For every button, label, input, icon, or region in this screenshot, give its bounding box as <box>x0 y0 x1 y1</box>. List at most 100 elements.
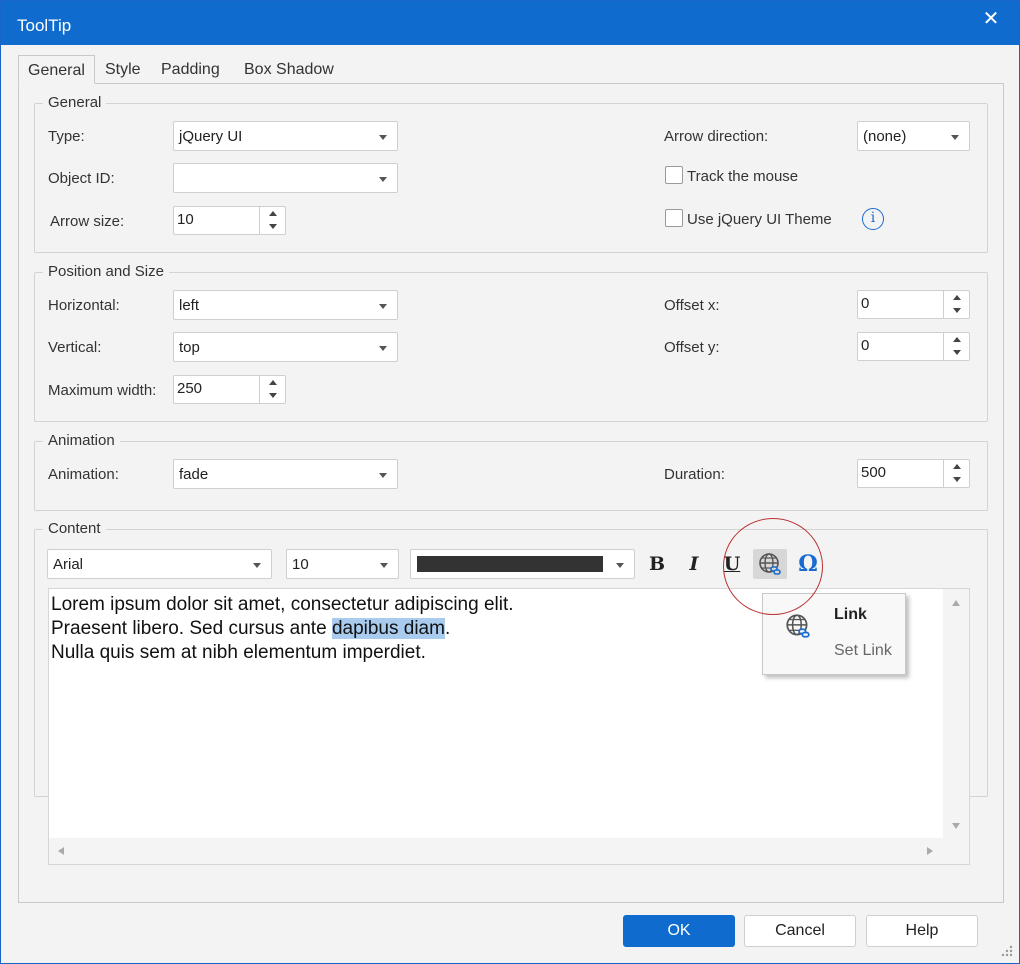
type-dropdown[interactable]: jQuery UI <box>173 121 398 151</box>
chevron-down-icon <box>951 135 959 140</box>
scroll-right-icon[interactable] <box>927 847 933 855</box>
color-swatch <box>417 556 603 572</box>
animation-dropdown[interactable]: fade <box>173 459 398 489</box>
horizontal-scrollbar[interactable] <box>49 838 969 864</box>
group-title: Animation <box>43 432 120 449</box>
font-size-dropdown[interactable]: 10 <box>286 549 399 579</box>
type-label: Type: <box>48 128 85 145</box>
chevron-down-icon <box>379 177 387 182</box>
offset-x-value: 0 <box>861 295 870 312</box>
spin-up-icon[interactable] <box>944 291 969 304</box>
vertical-scrollbar[interactable] <box>943 589 969 839</box>
help-button[interactable]: Help <box>866 915 978 947</box>
horizontal-dropdown[interactable]: left <box>173 290 398 320</box>
text-run: Praesent libero. Sed cursus ante <box>51 618 332 639</box>
spinner-buttons <box>259 376 285 403</box>
special-char-button[interactable]: Ω <box>793 549 823 579</box>
link-button[interactable] <box>753 549 787 579</box>
editor-text[interactable]: Lorem ipsum dolor sit amet, consectetur … <box>51 593 514 665</box>
arrow-size-label: Arrow size: <box>50 213 125 230</box>
spin-down-icon[interactable] <box>260 389 285 402</box>
offset-y-label: Offset y: <box>664 339 720 356</box>
globe-link-icon <box>759 553 781 575</box>
vertical-label: Vertical: <box>48 339 102 356</box>
arrow-size-value: 10 <box>177 211 194 228</box>
chevron-down-icon <box>379 346 387 351</box>
horizontal-value: left <box>179 297 200 314</box>
tab-box-shadow[interactable]: Box Shadow <box>235 55 343 84</box>
object-id-dropdown[interactable] <box>173 163 398 193</box>
chevron-down-icon <box>379 304 387 309</box>
spin-up-icon[interactable] <box>260 207 285 220</box>
animation-label: Animation: <box>48 466 119 483</box>
underline-button[interactable]: U <box>717 549 747 579</box>
arrow-size-spinner[interactable]: 10 <box>173 206 286 235</box>
editor-line: Lorem ipsum dolor sit amet, consectetur … <box>51 594 514 615</box>
spinner-buttons <box>943 291 969 318</box>
scroll-up-icon[interactable] <box>952 600 960 606</box>
bold-button[interactable]: B <box>642 549 672 579</box>
track-mouse-checkbox[interactable] <box>665 166 683 184</box>
max-width-label: Maximum width: <box>48 382 157 399</box>
ok-button[interactable]: OK <box>623 915 735 947</box>
chevron-down-icon <box>379 473 387 478</box>
set-link-menu-item[interactable]: Set Link <box>834 642 892 660</box>
arrow-direction-dropdown[interactable]: (none) <box>857 121 970 151</box>
editor-line: Nulla quis sem at nibh elementum imperdi… <box>51 642 426 663</box>
spinner-buttons <box>943 460 969 487</box>
globe-link-icon <box>786 614 810 638</box>
arrow-direction-value: (none) <box>863 128 907 145</box>
text-run: . <box>444 618 451 639</box>
chevron-down-icon <box>379 135 387 140</box>
popup-title: Link <box>834 606 867 623</box>
font-size-value: 10 <box>292 556 309 573</box>
selected-text: dapibus diam <box>331 618 445 639</box>
duration-value: 500 <box>861 464 887 481</box>
max-width-spinner[interactable]: 250 <box>173 375 286 404</box>
object-id-label: Object ID: <box>48 170 115 187</box>
scroll-left-icon[interactable] <box>58 847 64 855</box>
font-family-dropdown[interactable]: Arial <box>47 549 272 579</box>
tab-style[interactable]: Style <box>96 55 150 84</box>
spin-up-icon[interactable] <box>944 333 969 346</box>
resize-grip-icon[interactable] <box>1001 945 1013 957</box>
text-color-dropdown[interactable] <box>410 549 635 579</box>
use-theme-checkbox[interactable] <box>665 209 683 227</box>
use-theme-label[interactable]: Use jQuery UI Theme <box>687 211 832 228</box>
tab-general[interactable]: General <box>18 55 95 84</box>
group-title: Content <box>43 520 106 537</box>
spin-down-icon[interactable] <box>944 346 969 359</box>
cancel-button[interactable]: Cancel <box>744 915 856 947</box>
animation-value: fade <box>179 466 209 483</box>
offset-x-label: Offset x: <box>664 297 720 314</box>
chevron-down-icon <box>380 563 388 568</box>
max-width-value: 250 <box>177 380 203 397</box>
vertical-value: top <box>179 339 200 356</box>
spinner-buttons <box>943 333 969 360</box>
spin-up-icon[interactable] <box>944 460 969 473</box>
spin-up-icon[interactable] <box>260 376 285 389</box>
duration-label: Duration: <box>664 466 725 483</box>
info-icon[interactable]: i <box>862 208 884 230</box>
duration-spinner[interactable]: 500 <box>857 459 970 488</box>
dialog-title: ToolTip <box>17 16 72 35</box>
offset-x-spinner[interactable]: 0 <box>857 290 970 319</box>
arrow-direction-label: Arrow direction: <box>664 128 769 145</box>
tab-padding[interactable]: Padding <box>152 55 229 84</box>
title-bar: ToolTip ✕ <box>1 1 1019 45</box>
group-title: General <box>43 94 107 111</box>
track-mouse-label[interactable]: Track the mouse <box>687 168 798 185</box>
editor-line: Praesent libero. Sed cursus ante dapibus… <box>51 617 514 641</box>
type-value: jQuery UI <box>179 128 243 145</box>
spin-down-icon[interactable] <box>944 304 969 317</box>
chevron-down-icon <box>616 563 624 568</box>
close-icon[interactable]: ✕ <box>981 9 1001 29</box>
vertical-dropdown[interactable]: top <box>173 332 398 362</box>
italic-button[interactable]: I <box>679 549 709 579</box>
font-family-value: Arial <box>53 556 84 573</box>
scroll-down-icon[interactable] <box>952 823 960 829</box>
spin-down-icon[interactable] <box>260 220 285 233</box>
spin-down-icon[interactable] <box>944 473 969 486</box>
offset-y-spinner[interactable]: 0 <box>857 332 970 361</box>
offset-y-value: 0 <box>861 337 870 354</box>
